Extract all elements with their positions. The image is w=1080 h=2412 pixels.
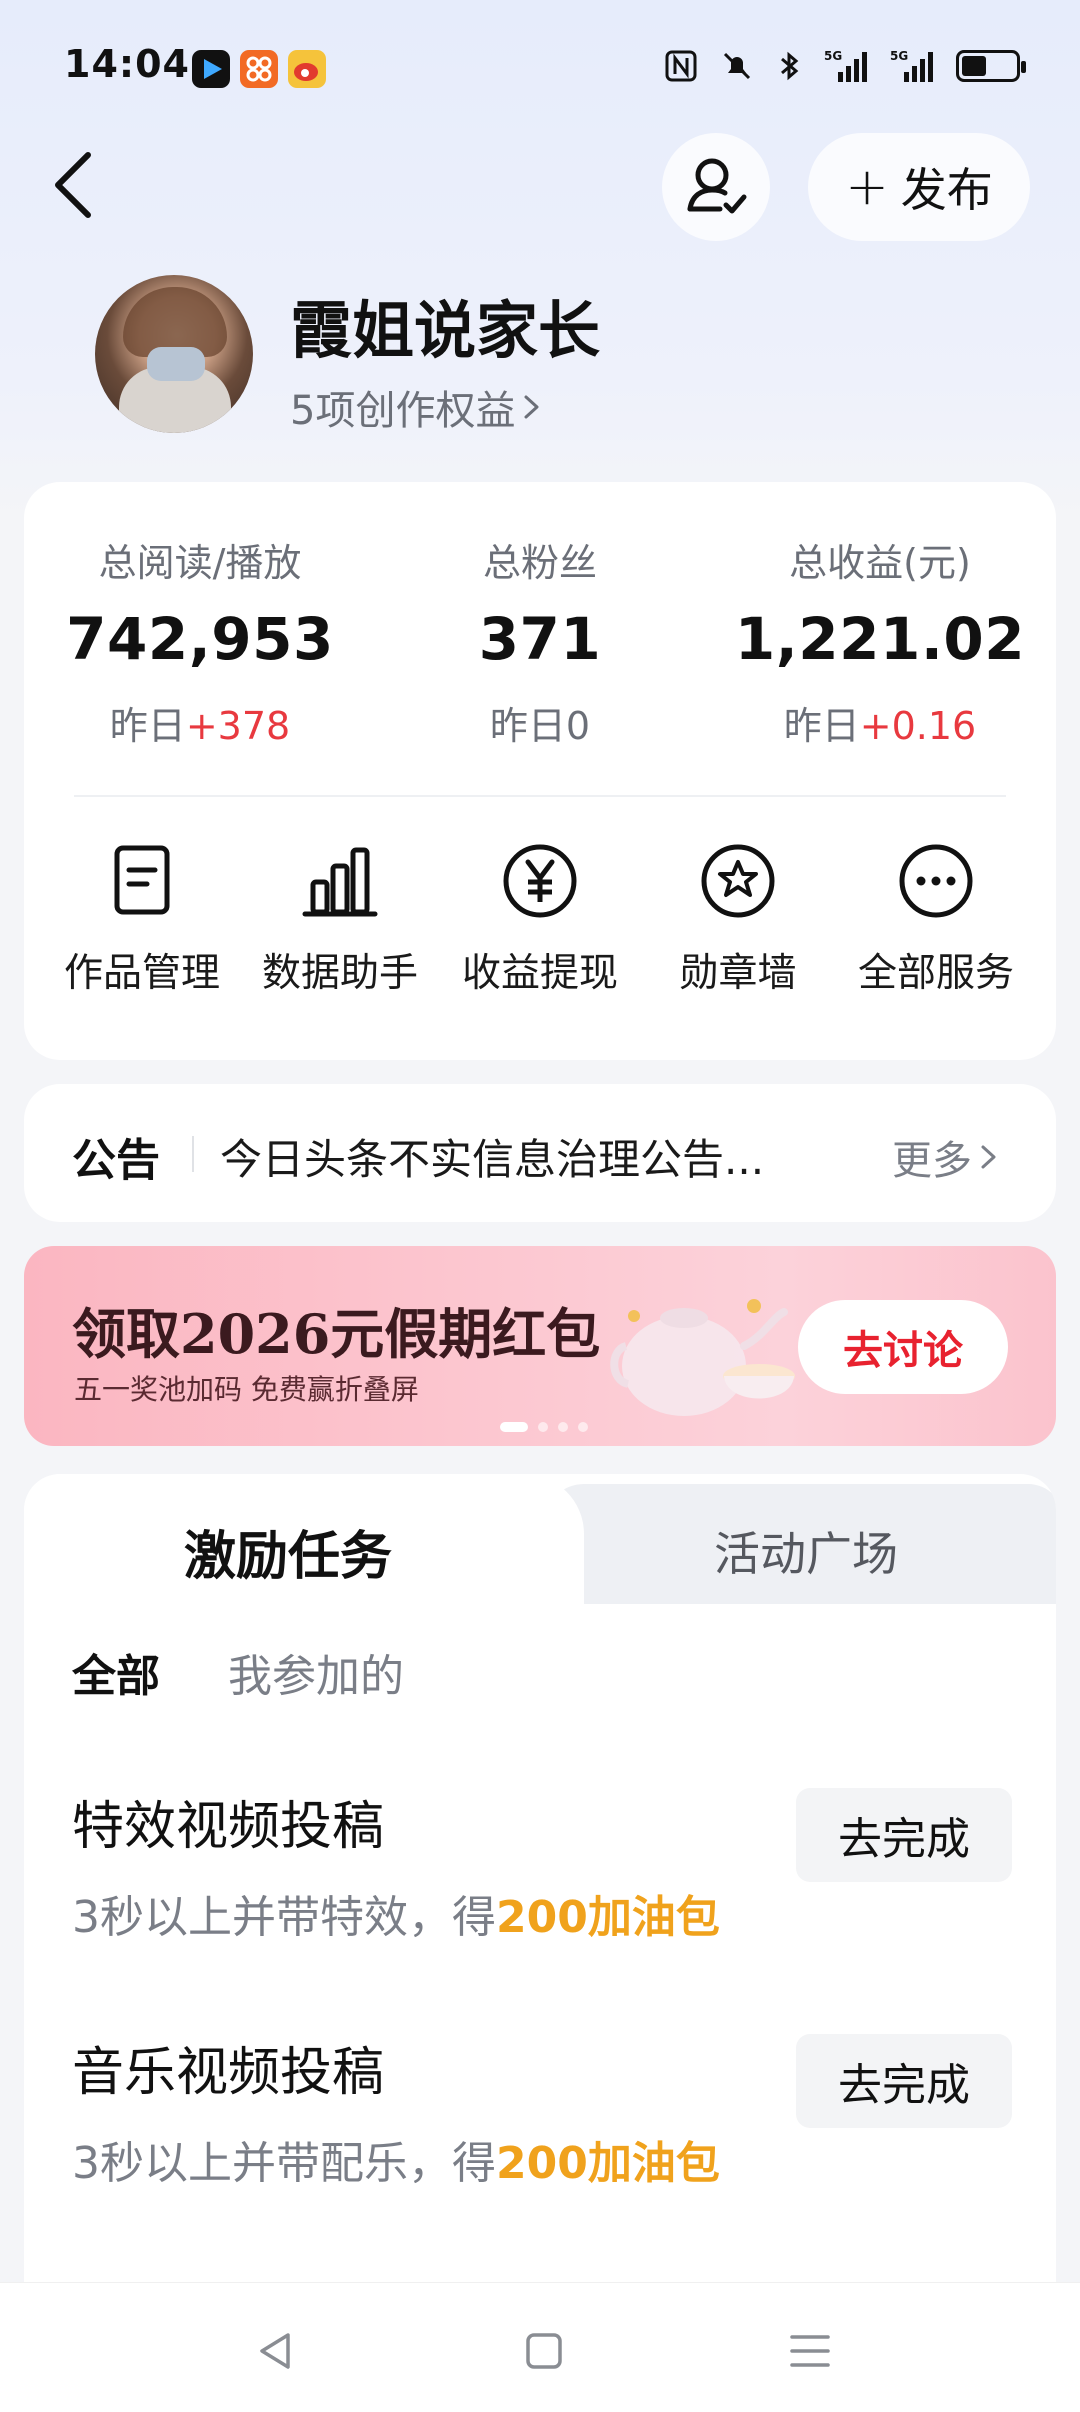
promo-banner[interactable]: 领取2026元假期红包 五一奖池加码 免费赢折叠屏 去讨论 xyxy=(24,1246,1056,1446)
battery-level xyxy=(962,56,986,76)
stat-label: 总阅读/播放 xyxy=(98,541,302,585)
stats-card: 总阅读/播放 742,953 昨日+378 总粉丝 371 昨日0 总收益(元)… xyxy=(24,482,1056,1060)
service-label: 收益提现 xyxy=(461,951,618,996)
plus-icon: + xyxy=(845,157,889,217)
stat-value: 1,221.02 xyxy=(734,605,1026,673)
creator-benefits-label: 5项创作权益 xyxy=(290,388,516,434)
service-data-assistant[interactable]: 数据助手 xyxy=(240,842,440,998)
stat-value: 742,953 xyxy=(66,605,334,673)
status-time: 14:04 xyxy=(64,42,190,86)
service-label: 全部服务 xyxy=(857,951,1014,996)
system-nav-bar xyxy=(0,2282,1080,2412)
status-bar: 14:04 5G 5G xyxy=(0,0,1080,140)
tab-label-inactive[interactable]: 活动广场 xyxy=(714,1518,898,1584)
notice-separator xyxy=(192,1136,194,1172)
news-app-icon xyxy=(240,50,278,88)
banner-title: 领取2026元假期红包 xyxy=(72,1302,601,1366)
signal-2-icon: 5G xyxy=(890,49,933,82)
filter-all[interactable]: 全部 xyxy=(72,1640,160,1704)
chevron-right-icon xyxy=(524,395,539,419)
task-item: 特效视频投稿 3秒以上并带特效，得200加油包 去完成 xyxy=(72,1784,1012,1945)
document-icon xyxy=(114,845,170,915)
notice-more-link[interactable]: 更多 xyxy=(892,1128,1000,1186)
stat-delta: 昨日+378 xyxy=(109,704,291,748)
yuan-icon xyxy=(503,844,577,918)
divider xyxy=(74,795,1006,797)
stat-value: 371 xyxy=(478,605,602,673)
service-label: 勋章墙 xyxy=(679,951,797,996)
task-complete-button[interactable]: 去完成 xyxy=(796,1788,1012,1882)
publish-button-label: 发布 xyxy=(900,163,993,217)
task-desc: 3秒以上并带特效，得200加油包 xyxy=(72,1892,720,1943)
mute-icon xyxy=(723,52,751,80)
task-item: 音乐视频投稿 3秒以上并带配乐，得200加油包 去完成 xyxy=(72,2030,1012,2191)
banner-page-dot xyxy=(538,1422,548,1432)
publish-button[interactable]: + 发布 xyxy=(808,133,1030,241)
stat-total-income[interactable]: 总收益(元) 1,221.02 昨日+0.16 xyxy=(720,532,1040,750)
bluetooth-icon xyxy=(781,51,799,81)
battery-icon xyxy=(956,50,1026,82)
stat-total-fans[interactable]: 总粉丝 371 昨日0 xyxy=(380,532,700,750)
notice-text[interactable]: 今日头条不实信息治理公告... xyxy=(220,1126,860,1187)
more-icon xyxy=(899,844,973,918)
signal-1-icon: 5G xyxy=(824,49,867,82)
notice-more-label: 更多 xyxy=(892,1138,972,1184)
stat-label: 总收益(元) xyxy=(789,541,971,585)
status-icons: 5G 5G xyxy=(664,48,1026,84)
notice-bar[interactable]: 公告 今日头条不实信息治理公告... 更多 xyxy=(24,1084,1056,1222)
service-all-services[interactable]: 全部服务 xyxy=(836,842,1036,998)
task-reward: 200加油包 xyxy=(496,1892,720,1943)
svg-text:5G: 5G xyxy=(824,49,842,63)
task-reward: 200加油包 xyxy=(496,2138,720,2189)
medal-icon xyxy=(701,844,775,918)
tasks-section: 激励任务 活动广场 全部 我参加的 特效视频投稿 3秒以上并带特效，得200加油… xyxy=(24,1474,1056,2412)
creator-benefits-link[interactable]: 5项创作权益 xyxy=(290,378,543,436)
user-check-icon xyxy=(687,158,747,214)
service-income-withdraw[interactable]: 收益提现 xyxy=(440,842,640,998)
video-app-icon xyxy=(192,50,230,88)
svg-text:5G: 5G xyxy=(890,49,908,63)
back-button[interactable] xyxy=(44,145,104,225)
notice-title: 公告 xyxy=(72,1135,160,1186)
banner-pagination xyxy=(500,1422,588,1432)
task-desc: 3秒以上并带配乐，得200加油包 xyxy=(72,2138,720,2189)
banner-page-dot xyxy=(500,1422,528,1432)
chevron-left-icon xyxy=(55,152,91,218)
filter-joined[interactable]: 我参加的 xyxy=(228,1640,404,1704)
tab-label-active[interactable]: 激励任务 xyxy=(184,1514,392,1589)
service-works-management[interactable]: 作品管理 xyxy=(42,842,242,998)
service-label: 数据助手 xyxy=(261,951,418,996)
weibo-app-icon xyxy=(288,50,326,88)
banner-subtitle: 五一奖池加码 免费赢折叠屏 xyxy=(74,1373,419,1406)
follow-user-button[interactable] xyxy=(662,133,770,241)
profile-name: 霞姐说家长 xyxy=(290,294,601,367)
chevron-right-icon xyxy=(981,1145,996,1169)
banner-page-dot xyxy=(578,1422,588,1432)
service-label: 作品管理 xyxy=(63,951,220,996)
stat-delta: 昨日+0.16 xyxy=(783,704,977,748)
nav-home-icon[interactable] xyxy=(514,2321,574,2381)
stat-delta: 昨日0 xyxy=(489,704,591,748)
stat-total-reads[interactable]: 总阅读/播放 742,953 昨日+378 xyxy=(40,532,360,750)
nav-menu-icon[interactable] xyxy=(780,2321,840,2381)
task-complete-button[interactable]: 去完成 xyxy=(796,2034,1012,2128)
service-medal-wall[interactable]: 勋章墙 xyxy=(638,842,838,998)
nav-back-icon[interactable] xyxy=(246,2321,306,2381)
teacup-illustration xyxy=(723,1364,795,1399)
banner-discuss-button[interactable]: 去讨论 xyxy=(798,1300,1008,1394)
bar-chart-icon xyxy=(302,847,378,917)
stat-label: 总粉丝 xyxy=(482,541,597,585)
banner-page-dot xyxy=(558,1422,568,1432)
avatar[interactable] xyxy=(95,275,253,433)
nfc-icon xyxy=(665,50,697,82)
